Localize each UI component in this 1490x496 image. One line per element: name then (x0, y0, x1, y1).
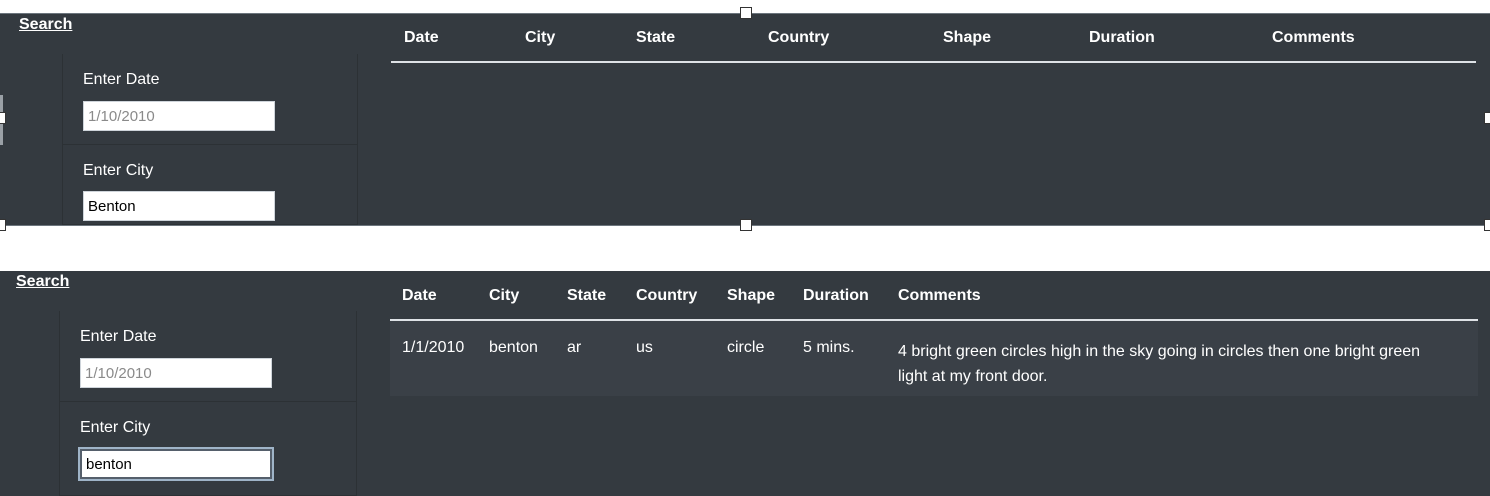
filter-label-city: Enter City (83, 162, 154, 179)
filter-item-city: Enter City (59, 402, 357, 496)
resize-handle-left[interactable] (0, 112, 6, 124)
header-state: State (636, 29, 676, 46)
filter-item-city: Enter City (62, 145, 358, 225)
filter-label-city: Enter City (80, 419, 151, 436)
header-duration: Duration (803, 287, 869, 304)
ufo-table: Date City State Country Shape Duration C… (390, 271, 1478, 396)
table-row: 1/1/2010 benton ar us circle 5 mins. 4 b… (390, 320, 1478, 396)
header-country: Country (636, 287, 698, 304)
filter-label-date: Enter Date (83, 71, 160, 88)
header-comments: Comments (898, 287, 981, 304)
header-shape: Shape (943, 29, 992, 46)
search-link[interactable]: Search (19, 16, 72, 34)
header-date: Date (404, 29, 439, 46)
city-input[interactable] (83, 191, 275, 221)
table-header-row: Date City State Country Shape Duration C… (391, 14, 1476, 62)
cell-comments: 4 bright green circles high in the sky g… (898, 320, 1478, 396)
header-duration: Duration (1089, 29, 1155, 46)
date-input[interactable] (83, 101, 275, 131)
search-link[interactable]: Search (16, 273, 69, 291)
comments-line: 4 bright green circles high in the sky g… (898, 343, 1421, 360)
bottom-screenshot-panel: Search Enter Date Enter City Date City S… (0, 271, 1490, 496)
cell-duration: 5 mins. (803, 339, 855, 356)
table-header-row: Date City State Country Shape Duration C… (390, 271, 1478, 320)
resize-handle-bottom-right[interactable] (1484, 219, 1490, 231)
resize-handle-bottom-left[interactable] (0, 219, 6, 231)
filter-item-date: Enter Date (62, 54, 358, 145)
header-date: Date (402, 287, 437, 304)
cell-city: benton (489, 339, 538, 356)
date-input[interactable] (80, 358, 272, 388)
city-input[interactable] (80, 449, 272, 479)
header-shape: Shape (727, 287, 776, 304)
header-country: Country (768, 29, 830, 46)
header-comments: Comments (1272, 29, 1355, 46)
cell-country: us (636, 339, 653, 356)
filter-label-date: Enter Date (80, 328, 157, 345)
resize-handle-top[interactable] (740, 7, 752, 19)
top-screenshot-panel: Search Enter Date Enter City Date City S… (0, 13, 1490, 226)
header-city: City (525, 29, 556, 46)
comments-line: light at my front door. (898, 368, 1048, 385)
ufo-table: Date City State Country Shape Duration C… (391, 14, 1476, 63)
cell-date: 1/1/2010 (402, 339, 465, 356)
resize-handle-bottom[interactable] (740, 219, 752, 231)
header-state: State (567, 287, 607, 304)
cell-state: ar (567, 339, 582, 356)
filter-item-date: Enter Date (59, 311, 357, 402)
header-city: City (489, 287, 520, 304)
cell-shape: circle (727, 339, 765, 356)
resize-handle-right[interactable] (1484, 112, 1490, 124)
